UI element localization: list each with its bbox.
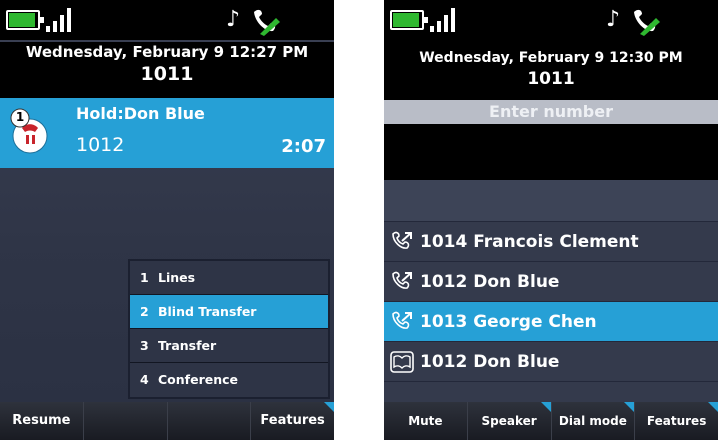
list-item-empty (384, 180, 718, 222)
dial-mode-softkey[interactable]: Dial mode (551, 402, 636, 440)
phone-screen-dial: ♪ Wednesday, February 9 12:30 PM 1011 En… (384, 0, 718, 440)
list-item-label: 1014 Francois Clement (420, 232, 639, 252)
softkey-bar: Mute Speaker Dial mode Features (384, 402, 718, 440)
signal-icon (430, 8, 464, 32)
directory-book-icon (390, 351, 414, 373)
list-item-label: 1012 Don Blue (420, 272, 560, 292)
menu-item-conference[interactable]: 4 Conference (130, 363, 328, 397)
list-item[interactable]: 1012 Don Blue (384, 342, 718, 382)
list-item-label: 1013 George Chen (420, 312, 597, 332)
mute-softkey[interactable]: Mute (384, 402, 468, 440)
resume-softkey[interactable]: Resume (0, 402, 84, 440)
line-number: 1011 (140, 63, 194, 85)
outgoing-call-icon (392, 311, 412, 329)
battery-icon (390, 10, 428, 30)
music-note-icon: ♪ (606, 7, 621, 32)
empty-softkey-2[interactable] (83, 402, 168, 440)
call-duration: 2:07 (281, 136, 326, 157)
call-number: 1012 (76, 134, 125, 156)
list-item[interactable]: 1012 Don Blue (384, 262, 718, 302)
date-time: Wednesday, February 9 12:27 PM (25, 43, 309, 61)
features-softkey[interactable]: Features (251, 402, 334, 440)
music-note-icon: ♪ (226, 7, 241, 32)
signal-icon (46, 8, 80, 32)
menu-item-number: 4 (140, 372, 149, 387)
handset-icon (254, 9, 280, 36)
speaker-softkey[interactable]: Speaker (467, 402, 552, 440)
menu-item-label: Blind Transfer (158, 304, 257, 319)
outgoing-call-icon (392, 231, 412, 249)
menu-item-lines[interactable]: 1 Lines (130, 261, 328, 295)
call-name: Hold:Don Blue (76, 104, 205, 123)
menu-item-number: 3 (140, 338, 149, 353)
date-time: Wednesday, February 9 12:30 PM (419, 50, 683, 66)
features-softkey[interactable]: Features (635, 402, 718, 440)
call-list: 1014 Francois Clement 1012 Don Blue 1013… (384, 180, 718, 412)
status-bar: ♪ (384, 0, 718, 40)
softkey-bar: Resume Features (0, 402, 334, 440)
menu-item-label: Transfer (158, 338, 217, 353)
header: Wednesday, February 9 12:27 PM 1011 (0, 42, 334, 98)
handset-icon (634, 9, 660, 36)
empty-softkey-3[interactable] (167, 402, 252, 440)
status-bar: ♪ (0, 0, 334, 40)
enter-number-label: Enter number (384, 100, 718, 124)
list-item[interactable]: 1014 Francois Clement (384, 222, 718, 262)
list-item-label: 1012 Don Blue (420, 352, 560, 372)
outgoing-call-icon (392, 271, 412, 289)
menu-item-transfer[interactable]: 3 Transfer (130, 329, 328, 363)
line-number: 1011 (527, 69, 575, 89)
menu-item-blind-transfer[interactable]: 2 Blind Transfer (130, 295, 328, 329)
menu-item-number: 2 (140, 304, 149, 319)
list-item-selected[interactable]: 1013 George Chen (384, 302, 718, 342)
menu-item-label: Lines (158, 270, 196, 285)
menu-item-label: Conference (158, 372, 239, 387)
call-count-badge: 1 (15, 110, 25, 124)
phone-screen-call-hold: ♪ Wednesday, February 9 12:27 PM 1011 1 … (0, 0, 334, 440)
held-call-row[interactable]: 1 Hold:Don Blue 1012 2:07 (0, 98, 334, 168)
header: Wednesday, February 9 12:30 PM 1011 (384, 48, 718, 100)
number-input[interactable] (384, 124, 718, 180)
battery-icon (6, 10, 44, 30)
menu-item-number: 1 (140, 270, 149, 285)
features-menu: 1 Lines 2 Blind Transfer 3 Transfer 4 Confer… (128, 259, 330, 399)
